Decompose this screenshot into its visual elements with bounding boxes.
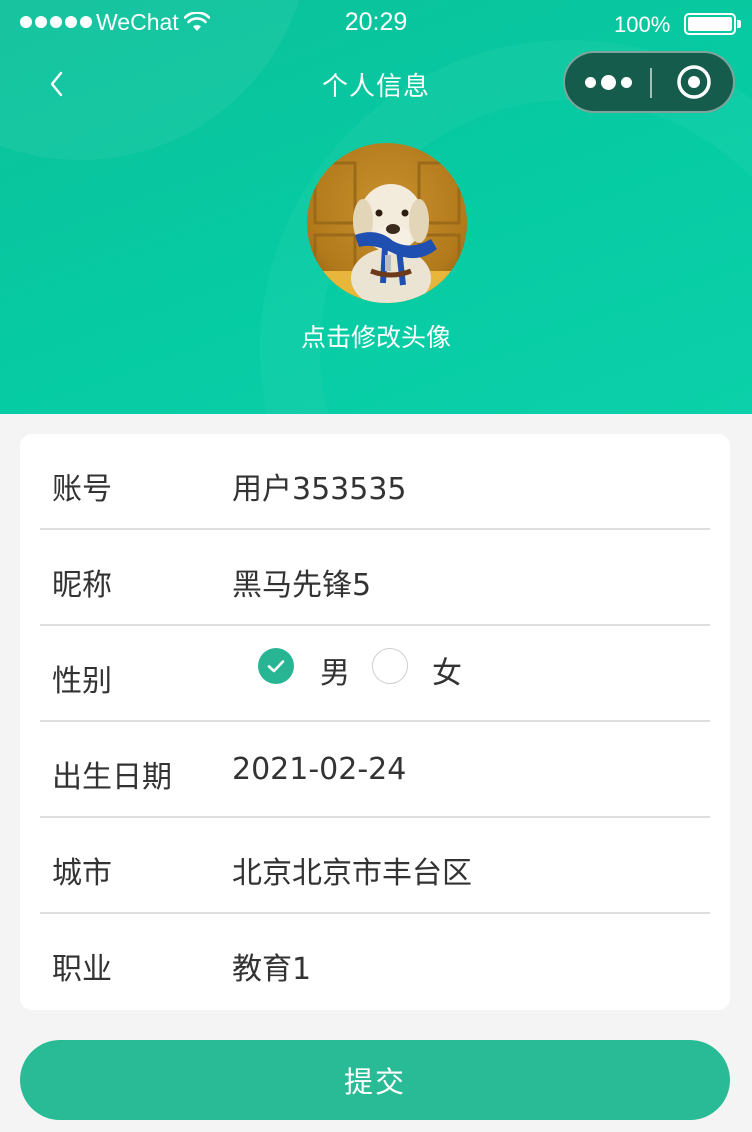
city-picker[interactable]: 北京北京市丰台区 [232, 848, 472, 892]
dog-avatar-image [307, 143, 467, 303]
checkmark-icon [267, 660, 285, 673]
city-label: 城市 [52, 856, 112, 891]
battery-icon [684, 13, 741, 35]
target-close-icon [677, 65, 711, 99]
account-row: 账号 用户353535 [40, 434, 710, 530]
profile-header: WeChat 20:29 100% 个人信息 点击修改头像 [0, 0, 752, 414]
nickname-input[interactable]: 黑马先锋5 [232, 560, 371, 604]
profile-form: 账号 用户353535 昵称 黑马先锋5 性别 男 女 出生日期 2021-02… [20, 434, 730, 1010]
more-button[interactable] [565, 53, 651, 111]
city-row[interactable]: 城市 北京北京市丰台区 [40, 818, 710, 914]
gender-male-label[interactable]: 男 [320, 648, 350, 692]
birthday-label: 出生日期 [52, 760, 172, 795]
gender-male-radio[interactable] [258, 648, 294, 684]
nickname-label: 昵称 [52, 568, 112, 603]
submit-button[interactable]: 提交 [20, 1040, 730, 1120]
capsule-divider [650, 68, 652, 98]
gender-label: 性别 [52, 664, 112, 699]
miniprogram-capsule [563, 51, 735, 113]
status-bar: WeChat 20:29 100% [0, 0, 752, 46]
avatar[interactable] [307, 143, 467, 303]
nickname-row[interactable]: 昵称 黑马先锋5 [40, 530, 710, 626]
job-row[interactable]: 职业 教育1 [40, 914, 710, 1010]
gender-row: 性别 男 女 [40, 626, 710, 722]
account-value: 用户353535 [232, 472, 407, 507]
close-miniprogram-button[interactable] [653, 53, 735, 111]
birthday-row[interactable]: 出生日期 2021-02-24 [40, 722, 710, 818]
change-avatar-link[interactable]: 点击修改头像 [0, 318, 752, 354]
gender-female-radio[interactable] [372, 648, 408, 684]
battery-percentage: 100% [614, 12, 671, 37]
account-label: 账号 [52, 472, 112, 507]
job-picker[interactable]: 教育1 [232, 944, 311, 988]
birthday-picker[interactable]: 2021-02-24 [232, 752, 406, 787]
gender-female-label[interactable]: 女 [432, 648, 462, 692]
more-dots-icon [584, 76, 596, 88]
job-label: 职业 [52, 952, 112, 987]
